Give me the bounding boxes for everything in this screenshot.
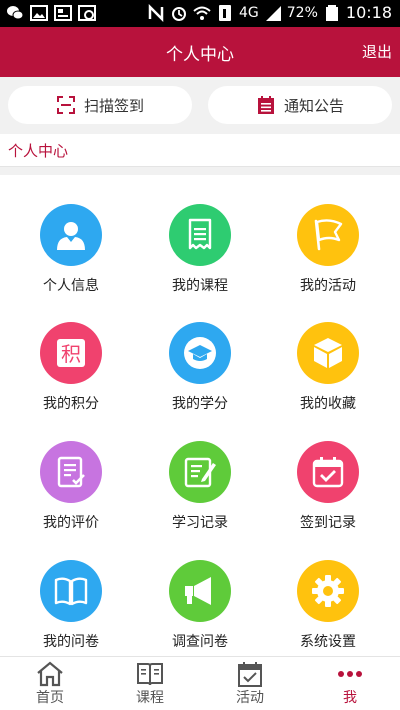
gear-icon [312, 575, 344, 607]
home-icon [37, 661, 63, 687]
menu-label: 我的收藏 [300, 396, 356, 412]
menu-item-profile[interactable]: 个人信息 [6, 204, 136, 314]
menu-item-my-reviews[interactable]: 我的评价 [6, 441, 136, 551]
sim-icon [219, 4, 231, 21]
tab-label: 首页 [36, 690, 64, 706]
menu-label: 调查问卷 [172, 634, 228, 650]
alarm-icon [172, 6, 186, 21]
quick-actions: 扫描签到 通知公告 [0, 77, 400, 134]
menu-label: 我的问卷 [43, 634, 99, 650]
notice-button[interactable]: 通知公告 [208, 86, 392, 124]
image-icon [30, 5, 48, 21]
menu-label: 签到记录 [300, 515, 356, 531]
signal-icon [265, 5, 281, 21]
box-icon [314, 338, 342, 368]
menu-icon-circle [169, 204, 231, 266]
megaphone-icon [185, 577, 211, 605]
status-indicators: 4G 72% 10:18 [147, 3, 392, 22]
menu-label: 我的学分 [172, 396, 228, 412]
book-icon [54, 577, 88, 606]
menu-item-surveys[interactable]: 调查问卷 [135, 560, 265, 670]
menu-icon-circle [169, 322, 231, 384]
menu-label: 我的活动 [300, 278, 356, 294]
menu-item-my-credits[interactable]: 我的学分 [135, 322, 265, 432]
points-icon: 积 [57, 339, 85, 367]
network-type: 4G [239, 4, 259, 21]
menu-label: 我的积分 [43, 396, 99, 412]
app-header: 个人中心 退出 [0, 27, 400, 77]
svg-text:积: 积 [61, 342, 81, 366]
logout-button[interactable]: 退出 [362, 41, 392, 62]
clock: 10:18 [345, 3, 392, 22]
scan-checkin-label: 扫描签到 [83, 96, 144, 115]
wechat-icon [7, 6, 24, 20]
status-bar: 4G 72% 10:18 [0, 0, 400, 27]
graduation-cap-icon [184, 337, 216, 369]
status-notifications [6, 4, 96, 22]
tab-courses[interactable]: 课程 [100, 657, 200, 710]
menu-item-my-questionnaires[interactable]: 我的问卷 [6, 560, 136, 670]
menu-icon-circle [297, 204, 359, 266]
bottom-nav: 首页 课程 活动 我 [0, 656, 400, 710]
menu-item-study-records[interactable]: 学习记录 [135, 441, 265, 551]
tab-label: 课程 [136, 690, 164, 706]
menu-icon-circle [169, 441, 231, 503]
page-title: 个人中心 [166, 45, 234, 65]
menu-icon-circle [40, 560, 102, 622]
breadcrumb: 个人中心 [8, 142, 69, 160]
scan-checkin-button[interactable]: 扫描签到 [8, 86, 192, 124]
flag-icon [314, 219, 343, 251]
menu-icon-circle [40, 204, 102, 266]
menu-icon-circle [297, 560, 359, 622]
menu-item-my-points[interactable]: 积 我的积分 [6, 322, 136, 432]
section-divider [0, 167, 400, 175]
more-dots-icon [338, 671, 362, 677]
tab-me[interactable]: 我 [300, 657, 400, 710]
menu-label: 系统设置 [300, 634, 356, 650]
review-icon [57, 456, 85, 488]
nfc-icon [148, 3, 164, 22]
scan-icon [56, 96, 75, 114]
menu-item-my-favorites[interactable]: 我的收藏 [263, 322, 393, 432]
news-icon [54, 5, 72, 21]
tab-label: 我 [343, 690, 357, 706]
calendar-check-icon [312, 457, 344, 488]
battery-percent: 72% [286, 4, 318, 21]
menu-label: 学习记录 [172, 515, 228, 531]
calendar-list-icon [257, 96, 274, 114]
open-book-icon [137, 663, 163, 686]
menu-item-my-activities[interactable]: 我的活动 [263, 204, 393, 314]
wifi-icon [193, 6, 211, 20]
tab-activities[interactable]: 活动 [200, 657, 300, 710]
breadcrumb-bar: 个人中心 [0, 134, 400, 167]
menu-item-system-settings[interactable]: 系统设置 [263, 560, 393, 670]
battery-icon [325, 4, 338, 21]
menu-icon-circle: 积 [40, 322, 102, 384]
menu-icon-circle [297, 441, 359, 503]
menu-label: 个人信息 [43, 278, 99, 294]
tab-label: 活动 [236, 690, 264, 706]
menu-item-my-courses[interactable]: 我的课程 [135, 204, 265, 314]
menu-icon-circle [169, 560, 231, 622]
menu-label: 我的评价 [43, 515, 99, 531]
user-icon [57, 222, 85, 250]
notice-label: 通知公告 [283, 96, 344, 115]
menu-label: 我的课程 [172, 278, 228, 294]
menu-icon-circle [297, 322, 359, 384]
timer-icon [78, 5, 96, 21]
tab-home[interactable]: 首页 [0, 657, 100, 710]
edit-note-icon [184, 457, 216, 488]
menu-icon-circle [40, 441, 102, 503]
calendar-icon [238, 662, 262, 687]
receipt-icon [188, 218, 212, 250]
menu-item-checkin-records[interactable]: 签到记录 [263, 441, 393, 551]
